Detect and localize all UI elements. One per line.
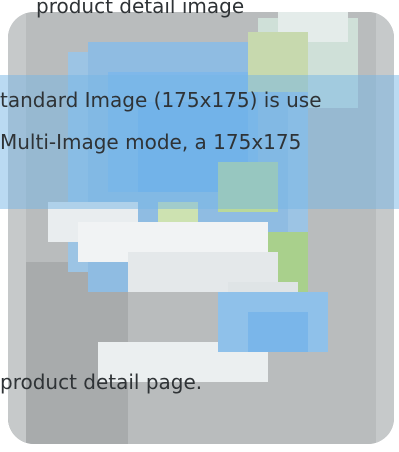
page: product detail image tandard Image (175x… xyxy=(0,0,399,452)
top-text-line: product detail image xyxy=(36,0,245,18)
description-line-3: product detail page. xyxy=(0,370,203,394)
description-line-2: Multi-Image mode, a 175x175 xyxy=(0,130,302,154)
description-line-1: tandard Image (175x175) is use xyxy=(0,88,322,112)
